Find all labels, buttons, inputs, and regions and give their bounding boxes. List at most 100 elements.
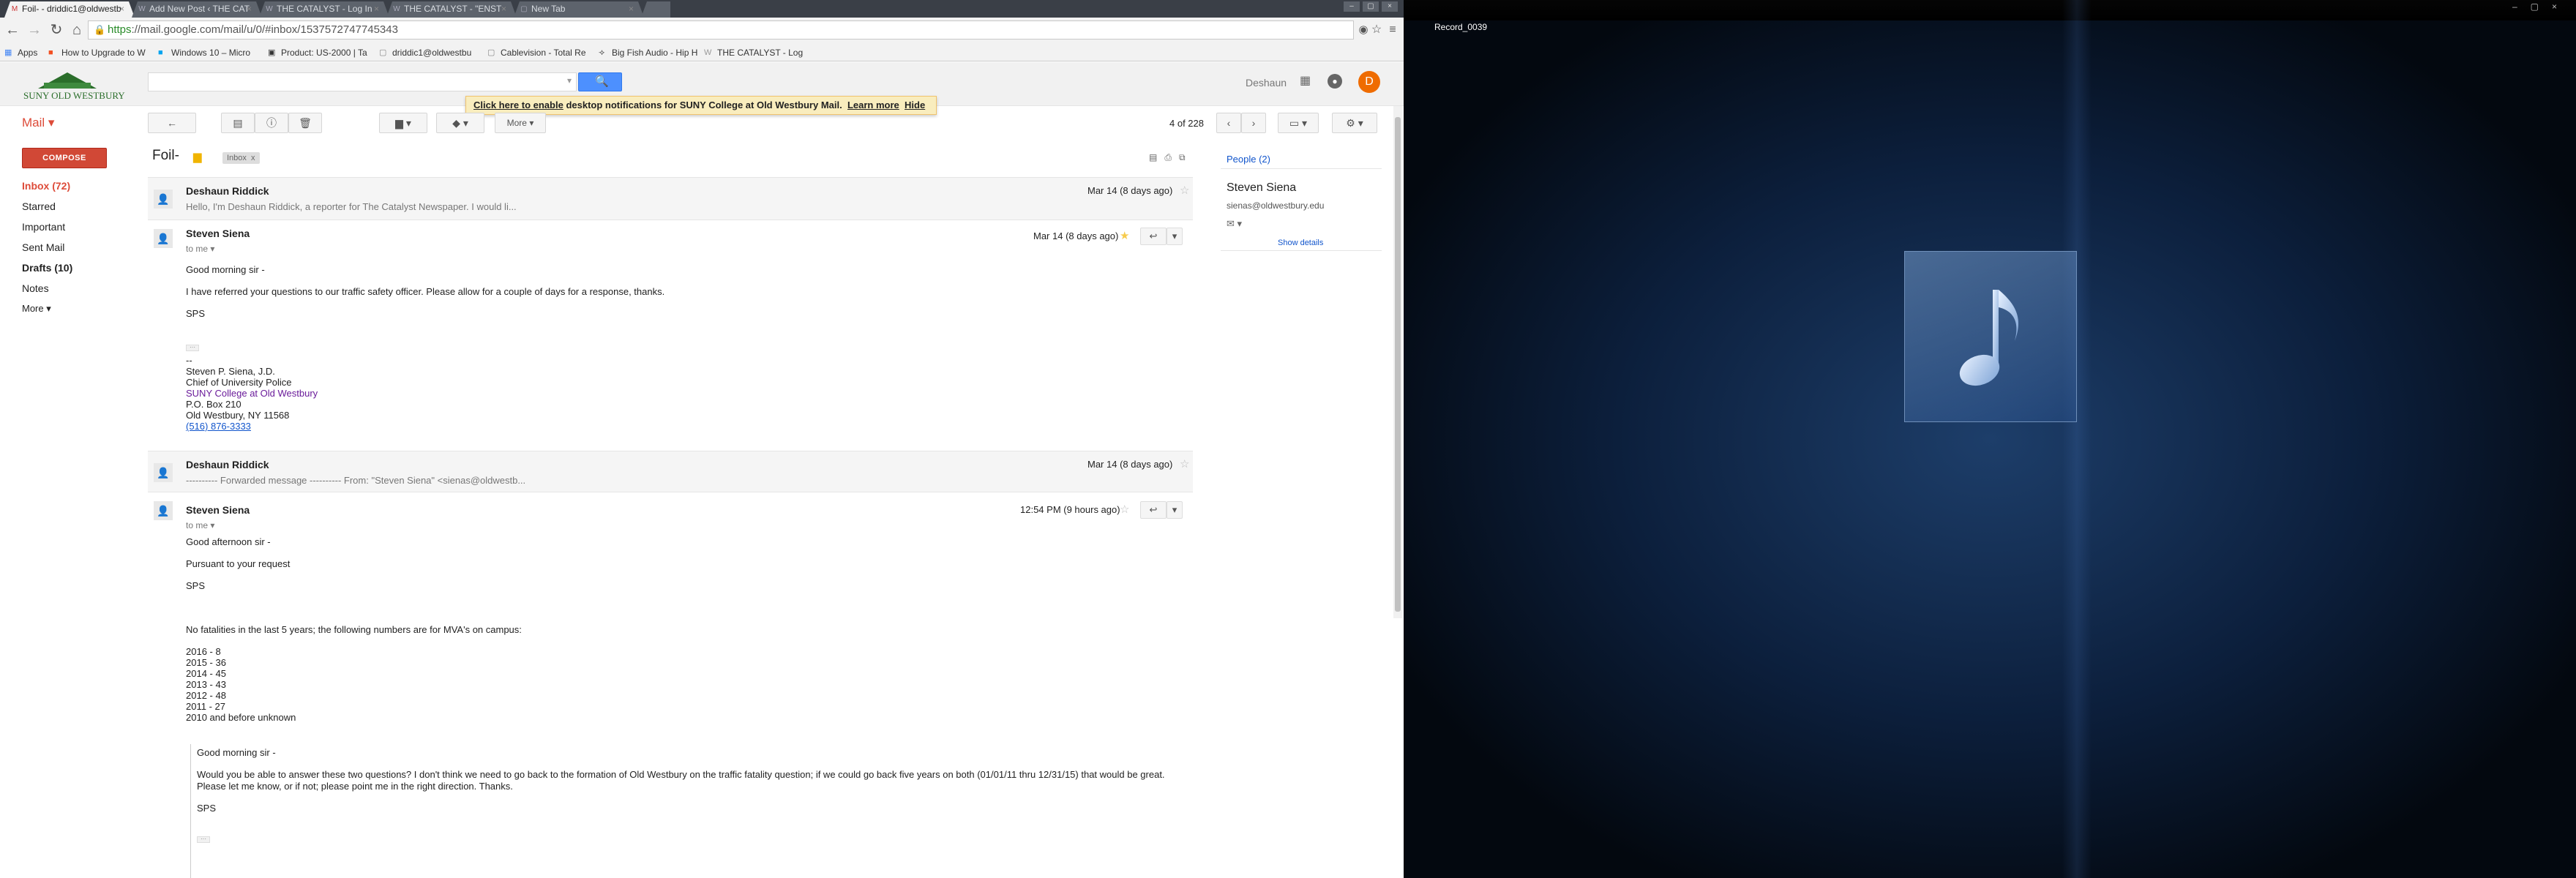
divider (1221, 168, 1382, 169)
chevron-down-icon: ▾ (1172, 504, 1177, 515)
bookmark-star-icon[interactable]: ☆ (1368, 22, 1385, 38)
hide-link[interactable]: Hide (905, 100, 925, 110)
bookmark-item[interactable]: ▣ Product: US-2000 | Ta (268, 47, 367, 59)
sender-avatar-icon: 👤 (154, 501, 173, 520)
star-icon[interactable]: ☆ (1120, 503, 1129, 516)
menu-icon[interactable]: ≡ (1385, 22, 1401, 38)
settings-button[interactable]: ⚙ ▾ (1332, 113, 1377, 133)
bookmarks-bar: ▦ Apps ■ How to Upgrade to W ■ Windows 10 –… (0, 44, 1404, 61)
new-tab-button[interactable] (641, 1, 670, 18)
scrollbar-thumb[interactable] (1395, 117, 1401, 612)
tab-catalyst-enst[interactable]: W THE CATALYST - "ENST × (386, 1, 517, 18)
star-icon[interactable]: ★ (1120, 229, 1129, 242)
tab-add-new-post[interactable]: W Add New Post ‹ THE CAT × (132, 1, 262, 18)
show-trimmed-content-button[interactable]: ··· (186, 345, 199, 351)
quoted-text: Good morning sir - Would you be able to … (190, 744, 1165, 878)
delete-button[interactable]: 🗑 (288, 113, 322, 133)
close-icon[interactable]: × (2552, 1, 2570, 12)
tab-catalyst-login[interactable]: W THE CATALYST - Log In × (259, 1, 389, 18)
search-options-icon[interactable]: ▾ (567, 75, 572, 86)
move-to-button[interactable]: ▆ ▾ (379, 113, 427, 133)
reply-icon: ↩ (1149, 504, 1158, 515)
labels-button[interactable]: ◆ ▾ (436, 113, 484, 133)
bookmark-item[interactable]: W THE CATALYST - Log I (704, 47, 805, 59)
nav-important[interactable]: Important (22, 221, 65, 233)
browser-window: M Foil- - driddic1@oldwestb × W Add New … (0, 0, 1404, 878)
search-button[interactable]: 🔍 (578, 72, 622, 91)
people-header[interactable]: People (2) (1227, 154, 1270, 165)
tab-gmail[interactable]: M Foil- - driddic1@oldwestb × (4, 1, 135, 18)
nav-more[interactable]: More ▾ (22, 303, 51, 315)
user-name[interactable]: Deshaun (1246, 77, 1287, 89)
label-icon: ◆ ▾ (452, 117, 468, 129)
search-input[interactable]: ▾ (148, 72, 577, 91)
spam-icon: ⓘ (266, 117, 277, 129)
suny-logo[interactable]: SUNY OLD WESTBURY (23, 70, 126, 101)
email-contact-icon[interactable]: ✉ ▾ (1227, 218, 1242, 230)
nav-inbox[interactable]: Inbox (72) (22, 180, 70, 192)
reply-button[interactable]: ↩ (1140, 501, 1167, 519)
report-spam-button[interactable]: ⓘ (255, 113, 288, 133)
back-to-inbox-button[interactable]: ← (148, 113, 196, 133)
close-tab-icon[interactable]: × (629, 1, 634, 16)
nav-drafts[interactable]: Drafts (10) (22, 262, 72, 274)
bookmark-item[interactable]: ■ How to Upgrade to W (48, 47, 149, 59)
close-icon[interactable]: × (1382, 1, 1398, 12)
bookmark-item[interactable]: ▢ Cablevision - Total Re (487, 47, 590, 59)
show-details-link[interactable]: Show details (1278, 239, 1323, 247)
close-tab-icon[interactable]: × (374, 1, 379, 16)
enable-notifications-link[interactable]: Click here to enable (473, 100, 564, 110)
new-window-icon[interactable]: ⧉ (1179, 152, 1193, 162)
phone-link[interactable]: (516) 876-3333 (186, 421, 318, 432)
details-dropdown-icon[interactable]: ▾ (210, 244, 214, 254)
minimize-icon[interactable]: – (2512, 1, 2531, 12)
reply-button[interactable]: ↩ (1140, 228, 1167, 245)
compose-button[interactable]: COMPOSE (22, 148, 107, 168)
older-button[interactable]: › (1241, 113, 1266, 133)
input-tools-button[interactable]: ▭ ▾ (1278, 113, 1319, 133)
gear-icon: ⚙ ▾ (1346, 117, 1363, 129)
expand-all-icon[interactable]: ▤ (1149, 152, 1164, 162)
learn-more-link[interactable]: Learn more (847, 100, 899, 110)
album-art (1904, 251, 2077, 422)
close-tab-icon[interactable]: × (119, 1, 124, 16)
message-collapsed[interactable]: 👤 Deshaun Riddick ---------- Forwarded m… (148, 451, 1193, 492)
address-bar[interactable]: 🔒 https://mail.google.com/mail/u/0/#inbo… (88, 20, 1354, 40)
reply-icon: ↩ (1149, 230, 1158, 241)
more-button[interactable]: More ▾ (495, 113, 546, 133)
print-icon[interactable]: ⎙ (1164, 152, 1179, 162)
home-icon[interactable]: ⌂ (69, 22, 85, 38)
bookmark-item[interactable]: ⟢ Big Fish Audio - Hip H (599, 47, 700, 59)
more-actions-button[interactable]: ▾ (1167, 501, 1183, 519)
bookmark-item[interactable]: ▢ driddic1@oldwestbu (379, 47, 477, 59)
bookmark-item[interactable]: ■ Windows 10 – Micro (158, 47, 262, 59)
tab-new-tab[interactable]: ▢ New Tab × (514, 1, 644, 18)
avatar[interactable]: D (1358, 71, 1380, 93)
minimize-icon[interactable]: – (1344, 1, 1360, 12)
nav-starred[interactable]: Starred (22, 200, 56, 212)
nav-notes[interactable]: Notes (22, 282, 49, 294)
star-icon[interactable]: ☆ (1180, 184, 1189, 197)
maximize-icon[interactable]: ▢ (1363, 1, 1379, 12)
thread-subject: Foil- (152, 148, 179, 163)
details-dropdown-icon[interactable]: ▾ (210, 520, 214, 530)
apps-grid-icon[interactable]: ▦ (1300, 75, 1311, 87)
nav-sent-mail[interactable]: Sent Mail (22, 241, 64, 253)
mail-selector[interactable]: Mail ▾ (22, 116, 54, 130)
reload-icon[interactable]: ↻ (48, 22, 64, 38)
back-icon[interactable]: ← (4, 22, 20, 38)
bookmark-apps[interactable]: ▦ Apps (4, 47, 42, 59)
notifications-icon[interactable]: ● (1328, 74, 1342, 89)
archive-button[interactable]: ▤ (221, 113, 255, 133)
remove-label-icon[interactable]: x (251, 154, 255, 162)
close-tab-icon[interactable]: × (501, 1, 506, 16)
message-collapsed[interactable]: 👤 Deshaun Riddick Hello, I'm Deshaun Rid… (148, 177, 1193, 220)
close-tab-icon[interactable]: × (247, 1, 252, 16)
more-actions-button[interactable]: ▾ (1167, 228, 1183, 245)
maximize-icon[interactable]: ▢ (2531, 1, 2552, 12)
forward-icon[interactable]: → (26, 22, 42, 38)
wordpress-icon: W (704, 48, 712, 57)
newer-button[interactable]: ‹ (1216, 113, 1241, 133)
star-icon[interactable]: ☆ (1180, 457, 1189, 470)
show-trimmed-content-button[interactable]: ··· (197, 836, 210, 843)
